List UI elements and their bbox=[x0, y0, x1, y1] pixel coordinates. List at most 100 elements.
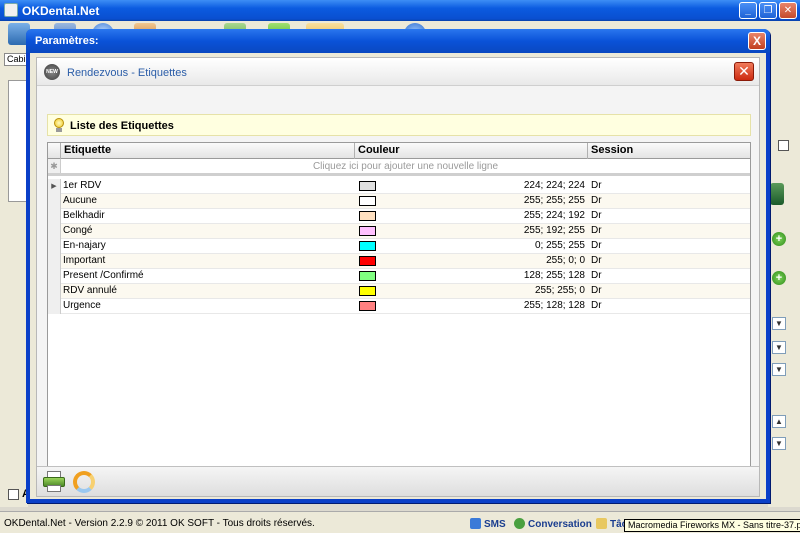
app-title: OKDental.Net bbox=[22, 4, 100, 18]
row-etiquette: Congé bbox=[63, 225, 93, 236]
panel-title: Rendezvous - Etiquettes bbox=[67, 67, 187, 79]
row-session: Dr bbox=[591, 240, 602, 251]
lightbulb-icon bbox=[53, 118, 64, 132]
background-excel-icon[interactable] bbox=[770, 183, 784, 205]
column-header-session[interactable]: Session bbox=[588, 143, 750, 159]
background-dropdown-1[interactable]: ▼ bbox=[772, 317, 786, 330]
status-sms[interactable]: SMS bbox=[470, 518, 506, 530]
close-app-button[interactable]: ✕ bbox=[779, 2, 797, 19]
row-color-value: 255; 255; 0 bbox=[534, 285, 585, 296]
status-tasks[interactable]: Tâc bbox=[596, 518, 627, 530]
background-dropdown-2[interactable]: ▼ bbox=[772, 341, 786, 354]
row-etiquette: RDV annulé bbox=[63, 285, 117, 296]
row-indicator bbox=[48, 239, 61, 254]
new-row-indicator: ✱ bbox=[48, 159, 61, 173]
table-row[interactable]: Congé 255; 192; 255 Dr bbox=[48, 224, 750, 239]
dialog-body: NEW Rendezvous - Etiquettes ✕ Liste des … bbox=[30, 53, 766, 499]
row-session: Dr bbox=[591, 285, 602, 296]
table-row[interactable]: RDV annulé 255; 255; 0 Dr bbox=[48, 284, 750, 299]
grid-rows: ▶ 1er RDV 224; 224; 224 Dr Aucune 255; 255; 2… bbox=[48, 179, 750, 314]
column-header-etiquette[interactable]: Etiquette bbox=[61, 143, 355, 159]
table-row[interactable]: Belkhadir 255; 224; 192 Dr bbox=[48, 209, 750, 224]
status-version: OKDental.Net - Version 2.2.9 © 2011 OK S… bbox=[4, 518, 315, 529]
tasks-icon bbox=[596, 518, 607, 529]
row-indicator bbox=[48, 299, 61, 314]
row-indicator bbox=[48, 209, 61, 224]
row-indicator bbox=[48, 194, 61, 209]
row-indicator: ▶ bbox=[48, 179, 61, 194]
table-row[interactable]: Present /Confirmé 128; 255; 128 Dr bbox=[48, 269, 750, 284]
conversation-icon bbox=[514, 518, 525, 529]
etiquettes-panel: NEW Rendezvous - Etiquettes ✕ Liste des … bbox=[36, 57, 760, 497]
row-color-swatch[interactable] bbox=[359, 181, 376, 191]
new-row-placeholder: Cliquez ici pour ajouter une nouvelle li… bbox=[312, 161, 499, 172]
minimize-button[interactable]: _ bbox=[739, 2, 757, 19]
row-indicator bbox=[48, 284, 61, 299]
row-color-value: 255; 0; 0 bbox=[546, 255, 585, 266]
background-spin-down[interactable]: ▼ bbox=[772, 437, 786, 450]
row-indicator bbox=[48, 224, 61, 239]
row-color-value: 255; 255; 255 bbox=[523, 195, 585, 206]
grid-header: Etiquette Couleur Session bbox=[48, 143, 750, 159]
row-color-swatch[interactable] bbox=[359, 241, 376, 251]
background-dropdown-3[interactable]: ▼ bbox=[772, 363, 786, 376]
row-etiquette: Aucune bbox=[63, 195, 97, 206]
table-row[interactable]: En-najary 0; 255; 255 Dr bbox=[48, 239, 750, 254]
row-etiquette: Present /Confirmé bbox=[63, 270, 144, 281]
row-etiquette: En-najary bbox=[63, 240, 106, 251]
new-badge-icon: NEW bbox=[44, 64, 60, 80]
app-title-bar: OKDental.Net _ ❐ ✕ bbox=[0, 0, 800, 21]
row-color-swatch[interactable] bbox=[359, 226, 376, 236]
row-color-value: 255; 224; 192 bbox=[523, 210, 585, 221]
row-color-swatch[interactable] bbox=[359, 271, 376, 281]
restore-button[interactable]: ❐ bbox=[759, 2, 777, 19]
row-color-swatch[interactable] bbox=[359, 211, 376, 221]
dialog-close-button[interactable]: X bbox=[748, 32, 766, 50]
app-icon bbox=[4, 3, 18, 17]
row-color-value: 224; 224; 224 bbox=[523, 180, 585, 191]
row-session: Dr bbox=[591, 210, 602, 221]
background-right-checkbox[interactable] bbox=[778, 140, 789, 151]
table-row[interactable]: Aucune 255; 255; 255 Dr bbox=[48, 194, 750, 209]
tooltip: Macromedia Fireworks MX - Sans titre-37.… bbox=[624, 519, 800, 532]
row-session: Dr bbox=[591, 270, 602, 281]
row-etiquette: Important bbox=[63, 255, 106, 266]
panel-close-button[interactable]: ✕ bbox=[734, 62, 754, 81]
row-indicator bbox=[48, 254, 61, 269]
parametres-dialog: Paramètres: X NEW Rendezvous - Etiquette… bbox=[26, 29, 770, 503]
row-etiquette: 1er RDV bbox=[63, 180, 102, 191]
table-row[interactable]: Urgence 255; 128; 128 Dr bbox=[48, 299, 750, 314]
background-checkbox[interactable] bbox=[8, 489, 19, 500]
background-spin-up[interactable]: ▲ bbox=[772, 415, 786, 428]
window-controls: _ ❐ ✕ bbox=[739, 2, 797, 19]
row-color-swatch[interactable] bbox=[359, 301, 376, 311]
background-grid bbox=[8, 80, 28, 202]
table-row[interactable]: Important 255; 0; 0 Dr bbox=[48, 254, 750, 269]
table-row[interactable]: ▶ 1er RDV 224; 224; 224 Dr bbox=[48, 179, 750, 194]
status-conversation[interactable]: Conversation bbox=[514, 518, 592, 530]
panel-footer bbox=[37, 466, 759, 496]
panel-header: NEW Rendezvous - Etiquettes ✕ bbox=[37, 58, 759, 86]
row-session: Dr bbox=[591, 180, 602, 191]
background-add-button-1[interactable]: + bbox=[772, 232, 786, 246]
row-indicator bbox=[48, 269, 61, 284]
row-color-value: 255; 192; 255 bbox=[523, 225, 585, 236]
dialog-title-bar: Paramètres: X bbox=[26, 29, 770, 53]
etiquettes-grid: Etiquette Couleur Session ✱ Cliquez ici … bbox=[47, 142, 751, 486]
row-color-value: 0; 255; 255 bbox=[534, 240, 585, 251]
print-icon[interactable] bbox=[43, 471, 65, 493]
grid-header-indicator bbox=[48, 143, 61, 159]
row-etiquette: Urgence bbox=[63, 300, 101, 311]
background-add-button-2[interactable]: + bbox=[772, 271, 786, 285]
column-header-couleur[interactable]: Couleur bbox=[355, 143, 588, 159]
row-color-value: 255; 128; 128 bbox=[523, 300, 585, 311]
sms-icon bbox=[470, 518, 481, 529]
row-color-swatch[interactable] bbox=[359, 286, 376, 296]
background-tab-cabinet[interactable]: Cabin bbox=[4, 53, 28, 66]
new-row[interactable]: ✱ Cliquez ici pour ajouter une nouvelle … bbox=[48, 159, 750, 176]
list-subheader: Liste des Etiquettes bbox=[47, 114, 751, 136]
refresh-icon[interactable] bbox=[73, 471, 95, 493]
list-title: Liste des Etiquettes bbox=[70, 120, 174, 132]
row-color-swatch[interactable] bbox=[359, 256, 376, 266]
row-color-swatch[interactable] bbox=[359, 196, 376, 206]
